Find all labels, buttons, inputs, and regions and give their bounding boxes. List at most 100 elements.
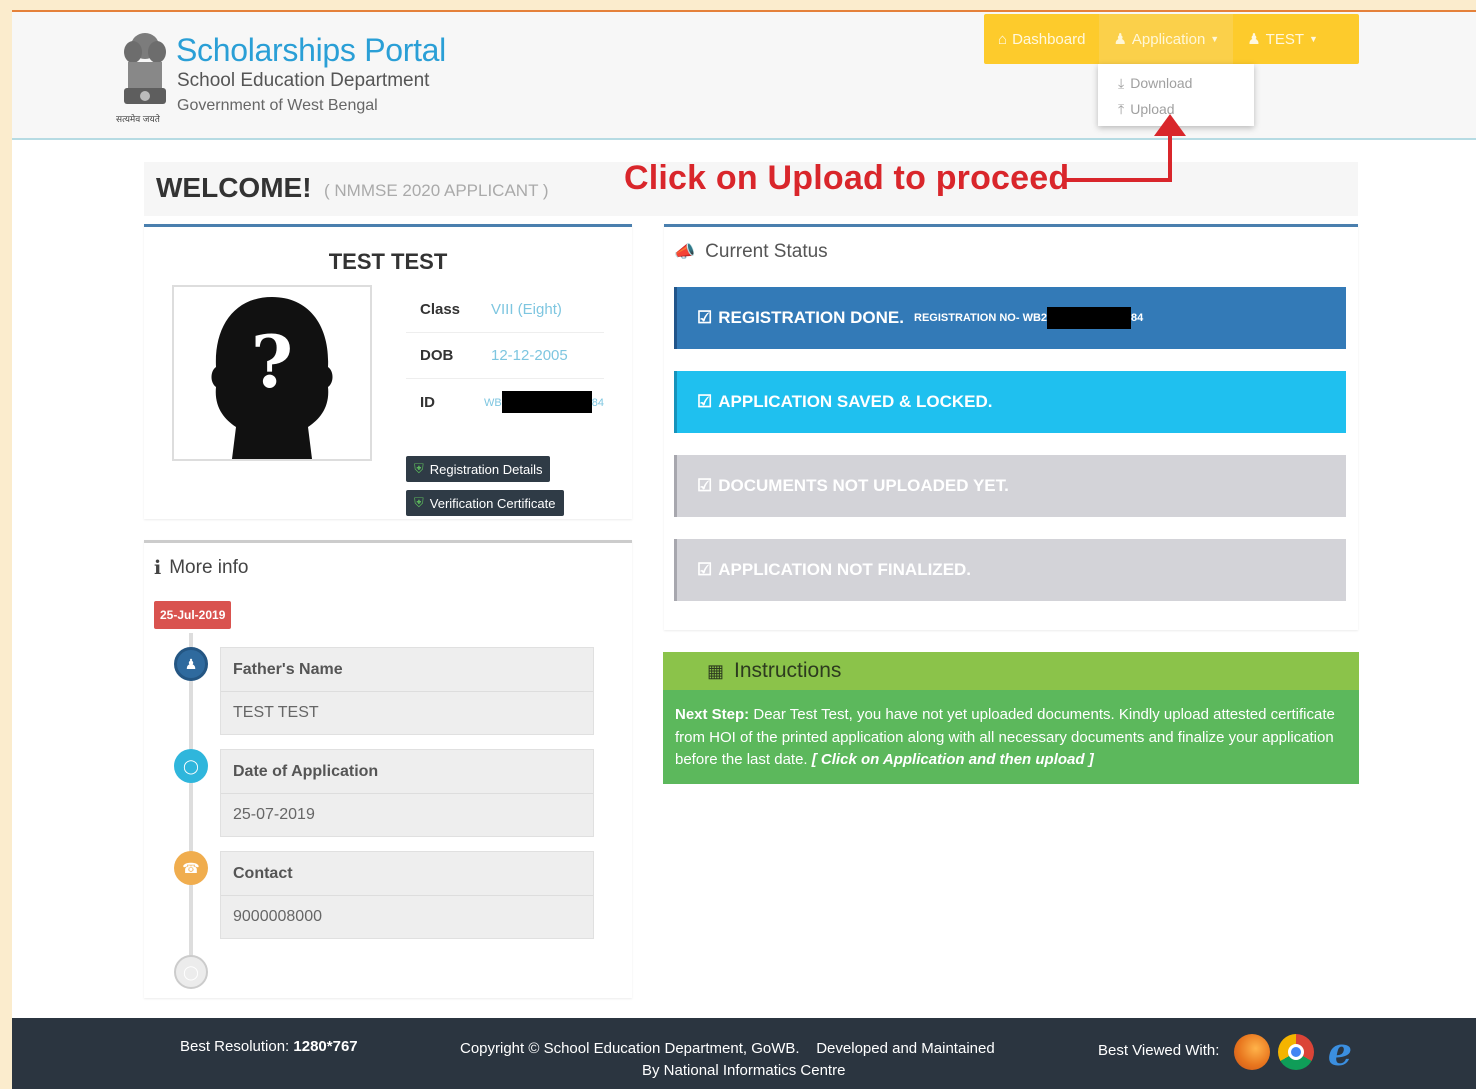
best-viewed-label: Best Viewed With:	[1098, 1042, 1220, 1059]
status-label: APPLICATION SAVED & LOCKED.	[718, 392, 993, 411]
clock-icon: ◯	[174, 749, 208, 783]
status-documents-not-uploaded: ☑ DOCUMENTS NOT UPLOADED YET.	[674, 455, 1346, 517]
profile-panel: TEST TEST ? Class VIII (Eight) DOB 12-12…	[144, 224, 632, 519]
timeline-card-contact: Contact 9000008000	[220, 851, 594, 939]
timeline-card-value: 25-07-2019	[233, 806, 315, 823]
current-status-panel: 📣 Current Status ☑ REGISTRATION DONE. RE…	[664, 224, 1358, 630]
status-title: Current Status	[705, 241, 828, 262]
dob-value: 12-12-2005	[491, 347, 568, 364]
status-label: APPLICATION NOT FINALIZED.	[718, 560, 972, 579]
caret-down-icon: ▼	[1210, 34, 1220, 44]
checkbox-icon: ☑	[697, 308, 713, 327]
status-application-locked: ☑ APPLICATION SAVED & LOCKED.	[674, 371, 1346, 433]
nav-dashboard[interactable]: ⌂ Dashboard	[984, 14, 1099, 64]
welcome-title: WELCOME!	[156, 172, 312, 203]
status-registration-done: ☑ REGISTRATION DONE. REGISTRATION NO- WB…	[674, 287, 1346, 349]
caret-down-icon: ▼	[1309, 34, 1318, 44]
shield-icon: ⛨	[414, 495, 424, 510]
grid-icon: ▦	[707, 660, 725, 681]
nav-application-label: Application	[1131, 30, 1206, 48]
nic-text: By National Informatics Centre	[642, 1062, 846, 1079]
avatar: ?	[172, 285, 372, 461]
chrome-center-icon	[1288, 1044, 1304, 1060]
verification-certificate-label: Verification Certificate	[429, 495, 556, 511]
firefox-icon	[1234, 1034, 1270, 1070]
nav-dashboard-label: Dashboard	[1012, 30, 1086, 48]
dob-label: DOB	[420, 347, 454, 364]
internet-explorer-icon: e	[1327, 1029, 1353, 1074]
download-icon: ⤓	[1118, 74, 1125, 91]
checkbox-icon: ☑	[697, 560, 713, 579]
registration-number-suffix: 84	[1131, 312, 1144, 324]
timeline-card-value: TEST TEST	[233, 704, 319, 721]
main-nav: ⌂ Dashboard ♟ Application ▼ ♟ TEST ▼	[984, 14, 1359, 64]
timeline-card-value: 9000008000	[233, 908, 322, 925]
redaction-block	[501, 391, 592, 413]
unknown-person-icon: ?	[211, 297, 333, 459]
verification-certificate-button[interactable]: ⛨ Verification Certificate	[406, 490, 564, 516]
student-name: TEST TEST	[328, 249, 448, 274]
welcome-subtitle: ( NMMSE 2020 APPLICANT )	[324, 181, 549, 200]
chrome-icon	[1278, 1034, 1314, 1070]
nav-application[interactable]: ♟ Application ▼	[1099, 14, 1234, 64]
registration-details-label: Registration Details	[429, 461, 543, 477]
instructions-heading: ▦ Instructions	[663, 652, 1359, 690]
svg-text:?: ?	[251, 319, 293, 404]
site-header: सत्यमेव जयते Scholarships Portal School …	[12, 12, 1476, 140]
user-icon: ♟	[1247, 31, 1261, 48]
next-step-label: Next Step:	[675, 706, 750, 723]
id-prefix: WB	[484, 396, 502, 409]
user-icon: ♟	[174, 647, 208, 681]
best-resolution-value: 1280*767	[293, 1038, 358, 1055]
phone-icon: ☎	[174, 851, 208, 885]
developed-text: Developed and Maintained	[816, 1040, 995, 1057]
status-label: REGISTRATION DONE.	[718, 308, 904, 327]
user-icon: ♟	[1113, 31, 1127, 48]
best-resolution: Best Resolution: 1280*767	[180, 1038, 358, 1055]
registration-number-prefix: REGISTRATION NO- WB2	[914, 312, 1048, 324]
nav-user-menu[interactable]: ♟ TEST ▼	[1233, 14, 1332, 64]
status-not-finalized: ☑ APPLICATION NOT FINALIZED.	[674, 539, 1346, 601]
date-badge: 25-Jul-2019	[154, 601, 232, 629]
registration-details-button[interactable]: ⛨ Registration Details	[406, 456, 551, 482]
info-row-id: ID WB 84	[406, 379, 604, 425]
dropdown-download-label: Download	[1130, 75, 1193, 91]
timeline-card-date: Date of Application 25-07-2019	[220, 749, 594, 837]
shield-icon: ⛨	[414, 461, 424, 476]
status-label: DOCUMENTS NOT UPLOADED YET.	[718, 476, 1009, 495]
info-row-dob: DOB 12-12-2005	[406, 333, 604, 379]
more-info-heading: i More info	[154, 557, 248, 579]
instructions-body: Next Step: Dear Test Test, you have not …	[663, 690, 1359, 772]
best-resolution-label: Best Resolution:	[180, 1038, 290, 1055]
info-row-class: Class VIII (Eight)	[406, 287, 604, 333]
copyright-text: Copyright © School Education Department,…	[460, 1040, 800, 1057]
instructions-panel: ▦ Instructions Next Step: Dear Test Test…	[663, 652, 1359, 784]
government-name: Government of West Bengal	[177, 97, 378, 114]
status-heading: 📣 Current Status	[674, 241, 828, 263]
info-icon: i	[154, 557, 162, 579]
timeline-line	[189, 633, 193, 973]
dropdown-download[interactable]: ⤓ Download	[1118, 70, 1254, 96]
registration-number: REGISTRATION NO- WB2 84	[914, 307, 1143, 329]
copyright-block: Copyright © School Education Department,…	[460, 1038, 1060, 1082]
portal-title[interactable]: Scholarships Portal	[176, 32, 446, 69]
emblem-icon	[124, 33, 166, 104]
student-info-table: Class VIII (Eight) DOB 12-12-2005 ID WB 8…	[406, 287, 604, 425]
id-value: WB 84	[484, 391, 604, 413]
class-label: Class	[420, 301, 461, 318]
annotation-text: Click on Upload to proceed	[624, 159, 1070, 197]
nav-user-label: TEST	[1265, 30, 1305, 48]
page-frame: सत्यमेव जयते Scholarships Portal School …	[12, 10, 1476, 1089]
annotation-arrow-icon	[1066, 114, 1186, 182]
more-info-panel: i More info 25-Jul-2019 ♟ Father's Name …	[144, 540, 632, 998]
timeline-card-title: Contact	[221, 852, 593, 896]
id-label: ID	[420, 393, 435, 411]
timeline-card-father: Father's Name TEST TEST	[220, 647, 594, 735]
timeline-end-icon: ◯	[174, 955, 208, 989]
site-footer: Best Resolution: 1280*767 Copyright © Sc…	[12, 1018, 1476, 1089]
timeline-card-title: Date of Application	[221, 750, 593, 794]
class-value: VIII (Eight)	[491, 301, 562, 318]
timeline-card-title: Father's Name	[221, 648, 593, 692]
department-name: School Education Department	[177, 70, 430, 91]
checkbox-icon: ☑	[697, 476, 713, 495]
